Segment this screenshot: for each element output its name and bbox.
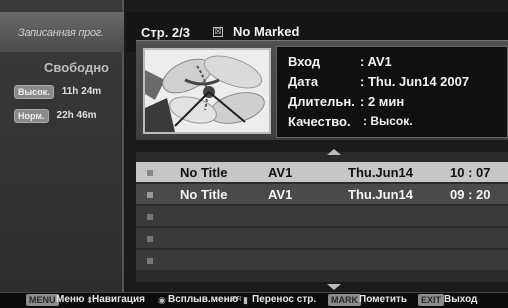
scroll-up-arrow-icon[interactable]: [327, 149, 341, 155]
recording-title: No Title: [180, 187, 228, 202]
quality-row-high: Высок. 11h 24m: [14, 84, 101, 99]
flower-image-icon: [145, 50, 269, 132]
pr-key: PR: [232, 296, 242, 303]
quality-row-normal: Норм. 22h 46m: [14, 108, 97, 123]
list-item[interactable]: [136, 206, 508, 226]
date-label: Дата: [288, 74, 319, 89]
checkbox-icon[interactable]: [147, 236, 153, 242]
exit-key[interactable]: EXIT: [418, 294, 445, 306]
recorded-programs-title: Записанная прог.: [18, 27, 104, 39]
navigation-label: Навигация: [92, 294, 145, 305]
free-space-label: Свободно: [44, 60, 109, 75]
date-value: : Thu. Jun14 2007: [360, 74, 470, 89]
exit-label: Выход: [444, 294, 478, 305]
page-move-label: Перенос стр.: [252, 294, 317, 305]
recording-date: Thu.Jun14: [348, 187, 414, 202]
recording-input: AV1: [268, 187, 293, 202]
checkbox-icon[interactable]: [147, 214, 153, 220]
checkbox-icon[interactable]: [147, 170, 153, 176]
page-indicator: Стр. 2/3: [141, 25, 190, 40]
recording-date: Thu.Jun14: [348, 165, 414, 180]
scroll-down-arrow-icon[interactable]: [327, 284, 341, 290]
recording-input: AV1: [268, 165, 293, 180]
remaining-time: 22h 46m: [56, 110, 97, 121]
recording-title: No Title: [180, 165, 228, 180]
list-item[interactable]: [136, 250, 508, 270]
input-label: Вход: [288, 54, 321, 69]
quality-badge: Норм.: [14, 108, 49, 123]
list-item[interactable]: [136, 228, 508, 248]
mark-key[interactable]: MARK: [328, 294, 361, 306]
remaining-time: 11h 24m: [61, 86, 102, 97]
menu-label: Меню: [56, 294, 85, 305]
page-arrows-icon: ▮: [243, 295, 248, 305]
checkbox-icon[interactable]: [147, 258, 153, 264]
input-value: : AV1: [360, 54, 392, 69]
quality-badge: Высок.: [14, 84, 54, 99]
duration-label: Длительн.: [288, 94, 355, 109]
menu-key[interactable]: MENU: [26, 294, 59, 306]
checkbox-icon: ☒: [213, 27, 223, 37]
quality-label: Качество.: [288, 114, 351, 129]
popup-menu-label: Всплыв.меню: [168, 294, 239, 305]
recording-time: 10 : 07: [450, 165, 491, 180]
quality-value: : Высок.: [363, 114, 413, 128]
marked-status: No Marked: [233, 24, 300, 39]
duration-value: : 2 мин: [360, 94, 405, 109]
recording-time: 09 : 20: [450, 187, 491, 202]
checkbox-icon[interactable]: [147, 192, 153, 198]
ok-button-icon: ◉: [158, 295, 166, 305]
program-thumbnail: [143, 48, 271, 134]
mark-label: Пометить: [359, 294, 408, 305]
